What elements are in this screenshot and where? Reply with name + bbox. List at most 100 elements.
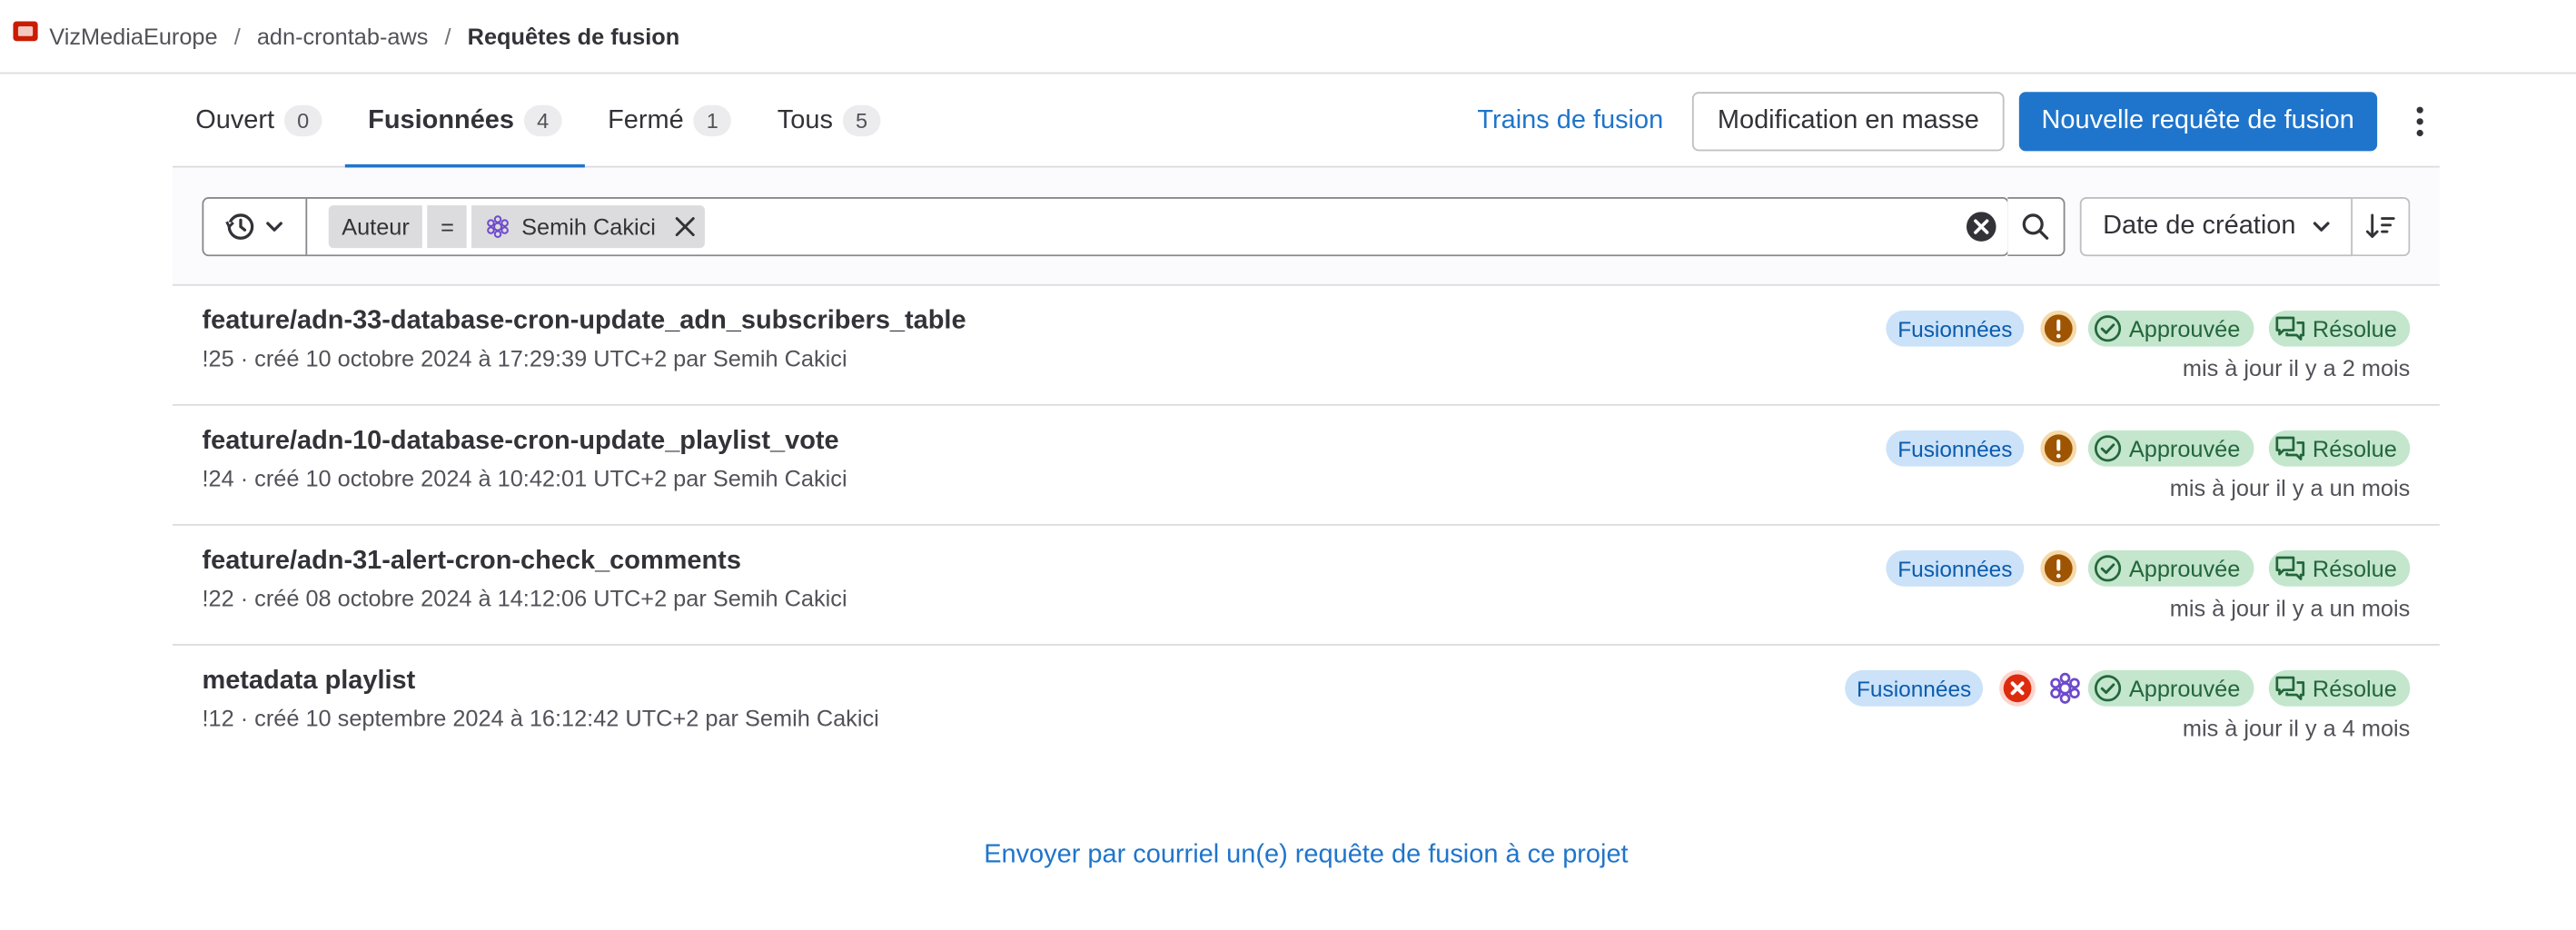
resolved-threads-badge[interactable]: Résolue: [2268, 430, 2411, 467]
pipeline-warning-icon[interactable]: [2038, 309, 2077, 348]
resolved-threads-badge[interactable]: Résolue: [2268, 669, 2411, 707]
page: VizMediaEurope / adn-crontab-aws / Requê…: [0, 0, 2576, 930]
updated-timestamp: mis à jour il y a un mois: [2169, 594, 2411, 621]
tab-count-badge: 5: [842, 104, 881, 137]
breadcrumb-group[interactable]: VizMediaEurope: [49, 23, 217, 49]
sort-controls: Date de création: [2079, 197, 2411, 257]
chevron-down-icon: [266, 222, 282, 232]
merge-request-reference: !12 · créé 10 septembre 2024 à 16:12:42 …: [202, 704, 746, 731]
search-button[interactable]: [2007, 197, 2066, 257]
merge-request-row: feature/adn-33-database-cron-update_adn_…: [172, 286, 2440, 406]
token-value-label: Semih Cakici: [521, 213, 656, 241]
search-icon: [2022, 213, 2049, 240]
user-avatar-icon: [487, 215, 510, 238]
group-avatar-icon: [13, 21, 38, 42]
author-filter-token[interactable]: Auteur = Semih Cakici: [328, 205, 706, 249]
merged-status-badge: Fusionnées: [1886, 549, 2025, 587]
merge-request-meta: !12 · créé 10 septembre 2024 à 16:12:42 …: [202, 705, 878, 731]
merge-request-meta: !22 · créé 08 octobre 2024 à 14:12:06 UT…: [202, 585, 847, 611]
filter-bar: Auteur = Semih Cakici Date de création: [172, 167, 2440, 286]
author-link[interactable]: Semih Cakici: [713, 585, 847, 611]
comments-icon: [2274, 676, 2304, 700]
pipeline-warning-icon[interactable]: [2038, 549, 2077, 588]
tab-merged[interactable]: Fusionnées 4: [344, 75, 585, 168]
breadcrumb: VizMediaEurope / adn-crontab-aws / Requê…: [0, 0, 2576, 74]
new-merge-request-button[interactable]: Nouvelle requête de fusion: [2018, 92, 2378, 152]
approved-badge[interactable]: Approuvée: [2087, 430, 2254, 467]
comments-icon: [2274, 316, 2304, 341]
email-merge-request-link[interactable]: Envoyer par courriel un(e) requête de fu…: [0, 841, 2576, 871]
approved-badge[interactable]: Approuvée: [2087, 310, 2254, 347]
merge-request-row: feature/adn-10-database-cron-update_play…: [172, 406, 2440, 526]
check-circle-icon: [2094, 675, 2121, 702]
merge-request-status-group: Fusionnées Approuvée Résolue: [1886, 309, 2411, 348]
tab-count-badge: 0: [283, 104, 322, 137]
token-value: Semih Cakici: [471, 205, 706, 249]
resolved-threads-badge[interactable]: Résolue: [2268, 549, 2411, 587]
pipeline-failed-icon[interactable]: [1997, 668, 2036, 707]
comments-icon: [2274, 436, 2304, 460]
updated-timestamp: mis à jour il y a 4 mois: [2182, 714, 2411, 741]
user-avatar-icon[interactable]: [2046, 670, 2083, 707]
resolved-label: Résolue: [2312, 315, 2397, 342]
tab-label: Fusionnées: [368, 105, 514, 134]
merge-request-title[interactable]: feature/adn-10-database-cron-update_play…: [202, 427, 838, 457]
breadcrumb-separator: /: [233, 23, 241, 50]
merge-request-title[interactable]: metadata playlist: [202, 667, 415, 697]
merged-status-badge: Fusionnées: [1845, 669, 1983, 707]
tabs-actions: Trains de fusion Modification en masse N…: [1477, 92, 2440, 152]
resolved-threads-badge[interactable]: Résolue: [2268, 310, 2411, 347]
more-actions-icon[interactable]: [2400, 92, 2439, 151]
merged-status-badge: Fusionnées: [1886, 430, 2025, 467]
remove-token-icon[interactable]: [672, 213, 698, 240]
tab-count-badge: 1: [693, 104, 732, 137]
tab-closed[interactable]: Fermé 1: [585, 75, 755, 165]
merge-request-title[interactable]: feature/adn-33-database-cron-update_adn_…: [202, 307, 966, 337]
approved-label: Approuvée: [2128, 675, 2241, 702]
approved-badge[interactable]: Approuvée: [2087, 549, 2254, 587]
check-circle-icon: [2094, 555, 2121, 582]
breadcrumb-separator: /: [444, 23, 451, 50]
author-link[interactable]: Semih Cakici: [745, 705, 879, 731]
author-link[interactable]: Semih Cakici: [713, 465, 847, 491]
resolved-label: Résolue: [2312, 555, 2397, 582]
author-link[interactable]: Semih Cakici: [713, 345, 847, 371]
updated-timestamp: mis à jour il y a 2 mois: [2182, 354, 2411, 381]
breadcrumb-current[interactable]: Requêtes de fusion: [468, 23, 680, 49]
check-circle-icon: [2094, 315, 2121, 342]
merge-request-meta: !24 · créé 10 octobre 2024 à 10:42:01 UT…: [202, 465, 847, 491]
comments-icon: [2274, 556, 2304, 580]
merge-request-list: feature/adn-33-database-cron-update_adn_…: [172, 286, 2440, 766]
merge-request-row: feature/adn-31-alert-cron-check_comments…: [172, 526, 2440, 646]
sort-lowest-icon: [2365, 213, 2395, 238]
breadcrumb-project[interactable]: adn-crontab-aws: [257, 23, 429, 49]
pipeline-warning-icon[interactable]: [2038, 429, 2077, 468]
merge-request-title[interactable]: feature/adn-31-alert-cron-check_comments: [202, 547, 740, 577]
merge-request-status-group: Fusionnées Approuvée Résolue: [1845, 668, 2411, 707]
merge-request-status-group: Fusionnées Approuvée Résolue: [1886, 429, 2411, 468]
history-icon: [225, 213, 254, 240]
filtered-search-input[interactable]: Auteur = Semih Cakici: [202, 197, 2010, 257]
merge-request-reference: !24 · créé 10 octobre 2024 à 10:42:01 UT…: [202, 464, 713, 491]
sort-direction-button[interactable]: [2353, 197, 2411, 257]
sort-by-dropdown[interactable]: Date de création: [2079, 197, 2353, 257]
clear-search-icon[interactable]: [1965, 211, 1997, 243]
tab-count-badge: 4: [523, 104, 562, 137]
updated-timestamp: mis à jour il y a un mois: [2169, 474, 2411, 501]
merge-request-reference: !25 · créé 10 octobre 2024 à 17:29:39 UT…: [202, 344, 713, 371]
approved-label: Approuvée: [2128, 435, 2241, 462]
merge-trains-link[interactable]: Trains de fusion: [1477, 107, 1663, 137]
merge-request-row: metadata playlist !12 · créé 10 septembr…: [173, 646, 2440, 766]
sort-by-label: Date de création: [2103, 212, 2296, 241]
tab-open[interactable]: Ouvert 0: [173, 75, 345, 165]
merge-request-status-group: Fusionnées Approuvée Résolue: [1886, 549, 2411, 588]
tabs-bar: Ouvert 0 Fusionnées 4 Fermé 1 Tous 5 Tra…: [172, 75, 2440, 168]
tab-all[interactable]: Tous 5: [754, 75, 903, 165]
tab-label: Tous: [777, 105, 833, 134]
approved-badge[interactable]: Approuvée: [2087, 669, 2254, 707]
check-circle-icon: [2094, 435, 2121, 462]
chevron-down-icon: [2313, 222, 2331, 232]
recent-searches-button[interactable]: [203, 198, 308, 255]
bulk-edit-button[interactable]: Modification en masse: [1692, 92, 2004, 152]
merged-status-badge: Fusionnées: [1886, 310, 2025, 347]
